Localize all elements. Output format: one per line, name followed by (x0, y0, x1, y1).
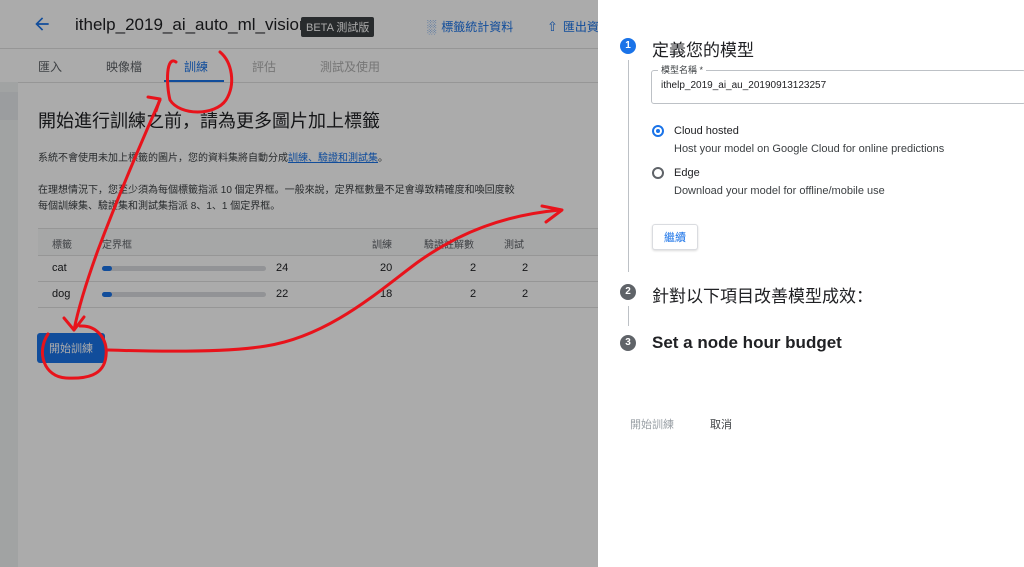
continue-button[interactable]: 繼續 (652, 224, 698, 250)
step-1-title[interactable]: 定義您的模型 (652, 36, 754, 61)
step-2-title[interactable]: 針對以下項目改善模型成效： (652, 282, 873, 307)
cloud-hosted-title: Cloud hosted (674, 125, 739, 137)
step-3-badge: 3 (620, 335, 636, 351)
edge-radio[interactable] (652, 167, 664, 179)
train-model-panel: 1 定義您的模型 模型名稱 * ithelp_2019_ai_au_201909… (598, 0, 1024, 567)
edge-title: Edge (674, 167, 700, 179)
edge-desc: Download your model for offline/mobile u… (674, 185, 885, 197)
footer-start-training-button[interactable]: 開始訓練 (630, 416, 674, 432)
modal-scrim[interactable] (0, 0, 598, 567)
cancel-button[interactable]: 取消 (710, 416, 732, 432)
cloud-hosted-desc: Host your model on Google Cloud for onli… (674, 143, 945, 155)
step-1-connector (628, 60, 629, 272)
model-name-input[interactable]: ithelp_2019_ai_au_20190913123257 (661, 80, 826, 91)
model-name-label: 模型名稱 * (658, 63, 707, 76)
step-2-connector (628, 306, 629, 326)
cloud-hosted-radio[interactable] (652, 125, 664, 137)
step-1-badge: 1 (620, 38, 636, 54)
step-2-badge: 2 (620, 284, 636, 300)
step-3-title[interactable]: Set a node hour budget (652, 333, 842, 353)
